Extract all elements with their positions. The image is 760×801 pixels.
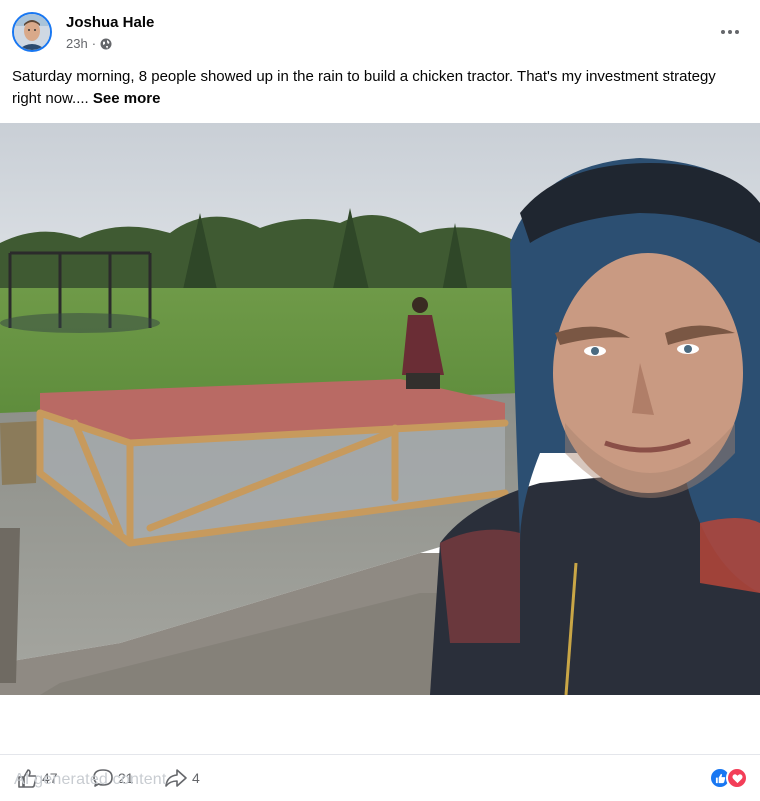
facebook-post: Joshua Hale 23h · Saturday morning, 8 pe… [0, 0, 760, 800]
see-more-link[interactable]: See more [93, 90, 161, 107]
share-count: 4 [192, 770, 200, 786]
avatar-face-icon [14, 14, 50, 50]
more-options-icon[interactable] [718, 20, 742, 44]
like-thumb-icon [18, 769, 37, 788]
author-name[interactable]: Joshua Hale [66, 14, 154, 31]
post-footer: 47 21 4 AI generated content [0, 754, 760, 801]
avatar[interactable] [12, 12, 52, 52]
comment-bubble-icon [93, 769, 113, 787]
share-arrow-icon [165, 769, 187, 787]
post-caption: Saturday morning, 8 people showed up in … [12, 66, 748, 110]
globe-icon [100, 38, 112, 49]
separator-dot: · [91, 36, 97, 51]
comment-count: 21 [118, 770, 134, 786]
post-header: Joshua Hale 23h · [12, 12, 748, 58]
like-count: 47 [42, 770, 58, 786]
reaction-icons[interactable] [709, 767, 748, 789]
like-button[interactable]: 47 [16, 767, 58, 789]
post-photo[interactable] [0, 123, 760, 695]
post-meta: 23h · [66, 36, 112, 51]
post-time[interactable]: 23h [66, 36, 88, 51]
love-reaction-icon [726, 767, 748, 789]
comment-button[interactable]: 21 [92, 767, 134, 789]
chicken-tractor-selfie-image [0, 123, 760, 695]
share-button[interactable]: 4 [164, 767, 200, 789]
